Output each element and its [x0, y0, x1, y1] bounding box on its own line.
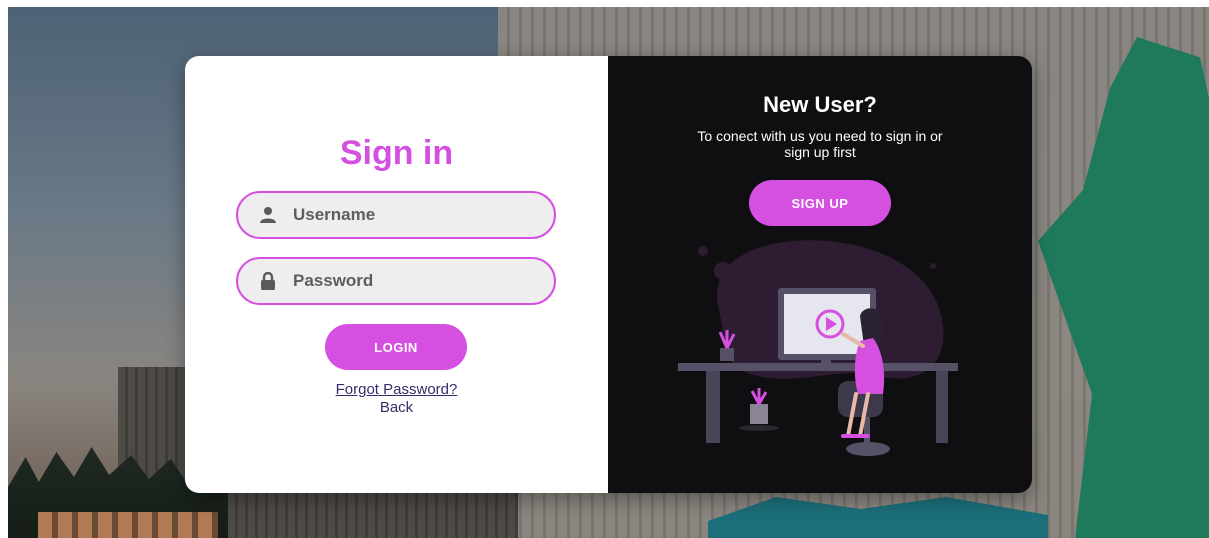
user-icon	[258, 205, 278, 225]
workspace-illustration	[678, 240, 958, 456]
lock-icon	[258, 271, 278, 291]
signup-description: To conect with us you need to sign in or…	[697, 128, 943, 160]
login-button[interactable]: LOGIN	[325, 324, 467, 370]
signin-title: Sign in	[339, 134, 454, 172]
username-field[interactable]	[236, 191, 556, 239]
forgot-password-link[interactable]: Forgot Password?	[185, 381, 608, 398]
signup-panel: New User? To conect with us you need to …	[608, 56, 1032, 493]
signin-panel: Sign in LOGIN Forgot Password? Back	[185, 56, 608, 493]
signup-button[interactable]: SIGN UP	[749, 180, 891, 226]
password-field[interactable]	[236, 257, 556, 305]
background-pergola	[38, 512, 218, 538]
signup-title: New User?	[763, 92, 877, 117]
auth-card: Sign in LOGIN Forgot Password? Back	[185, 56, 1032, 493]
username-input[interactable]	[293, 205, 513, 225]
back-link[interactable]: Back	[185, 399, 608, 416]
password-input[interactable]	[293, 271, 513, 291]
